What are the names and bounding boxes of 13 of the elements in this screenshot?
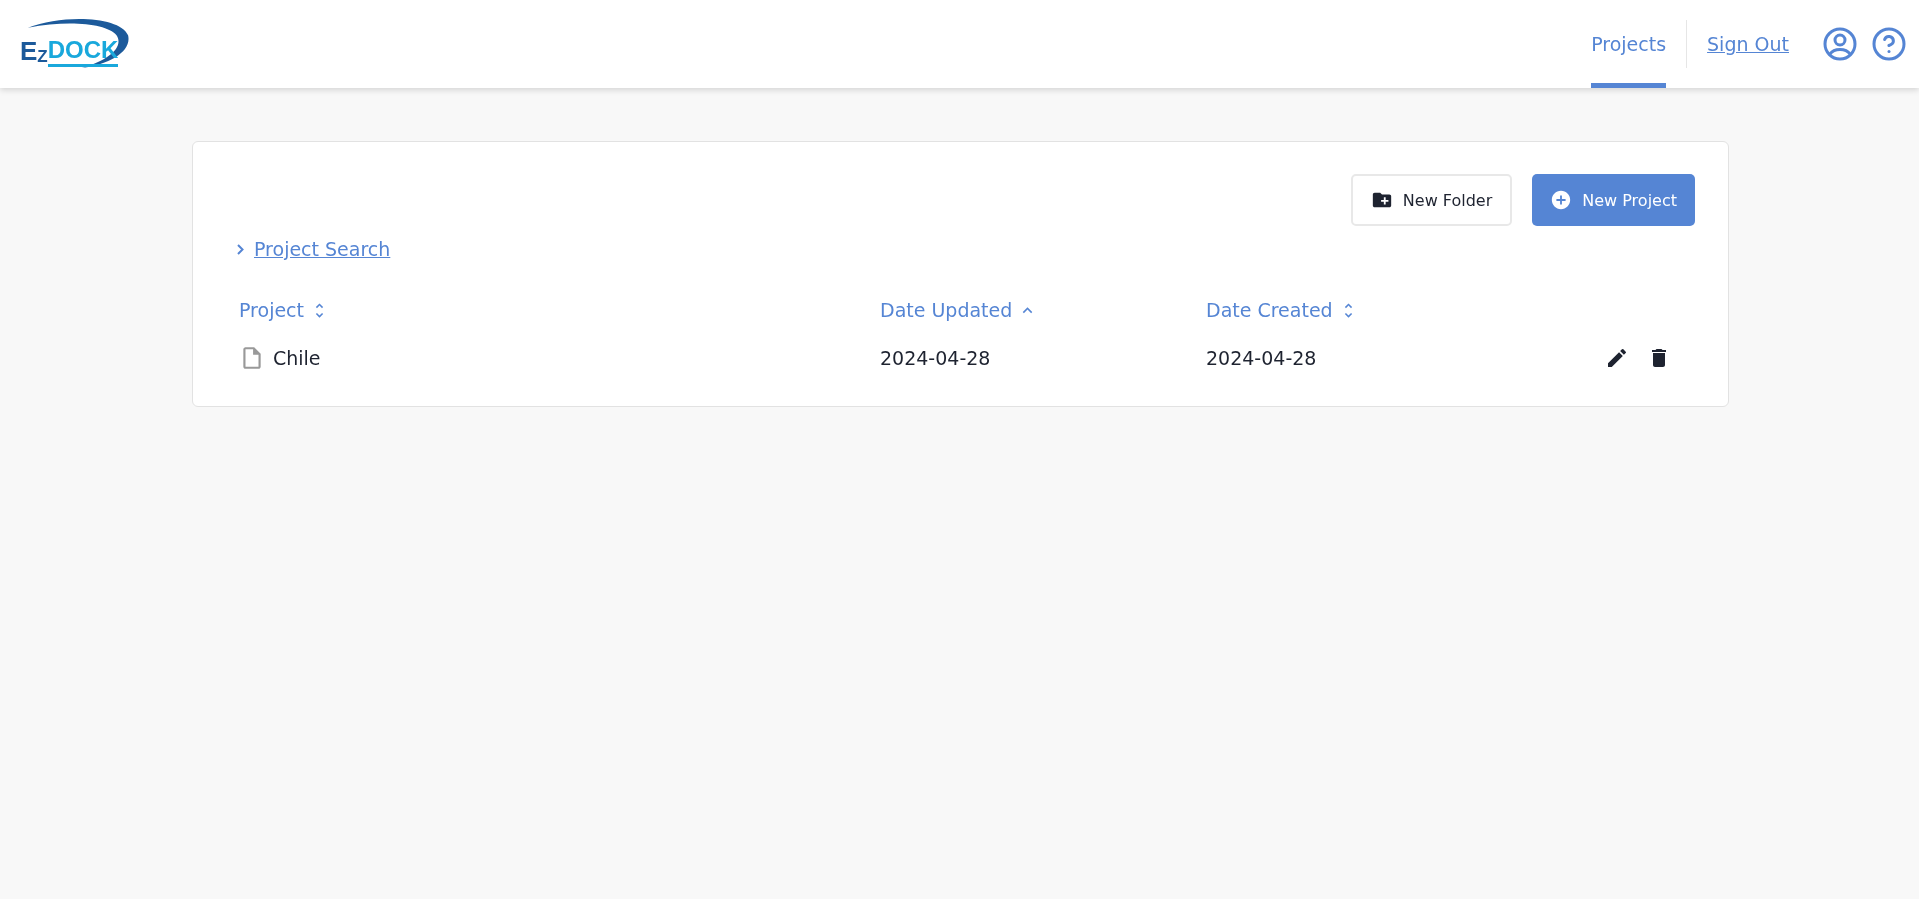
project-name-cell[interactable]: Chile	[239, 345, 321, 371]
new-folder-button[interactable]: New Folder	[1350, 174, 1513, 226]
project-search-toggle[interactable]: Project Search	[237, 238, 391, 260]
column-header[interactable]: Project	[239, 299, 329, 321]
nav-link[interactable]: Sign Out	[1707, 0, 1789, 88]
nav-tab[interactable]: Projects	[1591, 0, 1667, 88]
edit-icon[interactable]	[1605, 346, 1629, 370]
table-cell: 2024-04-28	[1206, 347, 1317, 369]
chevron-right-icon	[237, 243, 244, 255]
table-cell: 2024-04-28	[880, 347, 991, 369]
new-project-button[interactable]: New Project	[1532, 174, 1695, 226]
column-header[interactable]: Date Created	[1206, 299, 1358, 321]
column-header[interactable]: Date Updated	[880, 299, 1038, 321]
